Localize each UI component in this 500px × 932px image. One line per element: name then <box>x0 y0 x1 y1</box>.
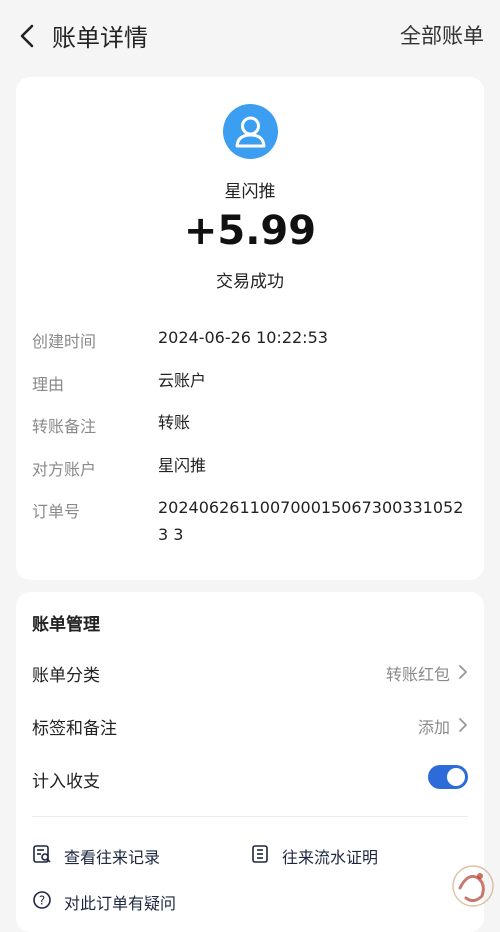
page-title: 账单详情 <box>52 24 148 52</box>
detail-value: 2024-06-26 10:22:53 <box>158 328 328 347</box>
bill-category-row[interactable]: 账单分类 转账红包 <box>32 661 468 691</box>
divider <box>32 816 468 817</box>
include-in-accounts-toggle[interactable] <box>428 765 468 789</box>
include-in-accounts-row: 计入收支 <box>32 765 468 797</box>
top-bar: 账单详情 全部账单 <box>0 0 500 72</box>
amount: +5.99 <box>183 208 317 254</box>
tags-add-value: 添加 <box>417 718 450 737</box>
counterparty-name: 星闪推 <box>224 182 276 202</box>
bill-category-label: 账单分类 <box>32 666 100 686</box>
section-title: 账单管理 <box>32 615 100 635</box>
detail-value: 云账户 <box>158 371 207 390</box>
detail-value: 转账 <box>158 413 191 432</box>
watermark-seal-icon <box>452 865 494 907</box>
chevron-right-icon <box>459 718 467 732</box>
bill-summary-card: 星闪推 +5.99 交易成功 创建时间 2024-06-26 10:22:53 … <box>16 77 484 580</box>
svg-text:?: ? <box>39 894 45 908</box>
avatar-icon <box>223 104 278 159</box>
bill-category-value: 转账红包 <box>385 665 450 684</box>
tags-remark-label: 标签和备注 <box>32 719 117 739</box>
tags-remark-row[interactable]: 标签和备注 添加 <box>32 714 468 744</box>
document-icon <box>252 845 268 863</box>
toggle-knob <box>447 768 465 786</box>
question-label: 对此订单有疑问 <box>64 894 177 913</box>
transaction-status: 交易成功 <box>216 272 284 292</box>
bill-management-card: 账单管理 账单分类 转账红包 标签和备注 添加 计入收支 查看往来记录 往来流水… <box>16 592 484 932</box>
detail-label: 订单号 <box>32 502 81 521</box>
detail-label: 对方账户 <box>32 460 97 479</box>
question-icon: ? <box>33 891 51 909</box>
order-number-value: 2024062611007000150673003310523 3 <box>158 498 464 544</box>
chevron-right-icon <box>459 665 467 679</box>
statement-label: 往来流水证明 <box>282 848 379 867</box>
all-bills-link[interactable]: 全部账单 <box>400 20 484 50</box>
detail-value: 星闪推 <box>158 456 207 475</box>
include-in-accounts-label: 计入收支 <box>32 772 100 792</box>
view-history-label: 查看往来记录 <box>64 848 161 867</box>
detail-label: 理由 <box>32 375 65 394</box>
record-search-icon <box>33 845 51 863</box>
back-arrow-icon[interactable] <box>14 20 42 52</box>
detail-label: 创建时间 <box>32 332 97 351</box>
detail-label: 转账备注 <box>32 417 97 436</box>
